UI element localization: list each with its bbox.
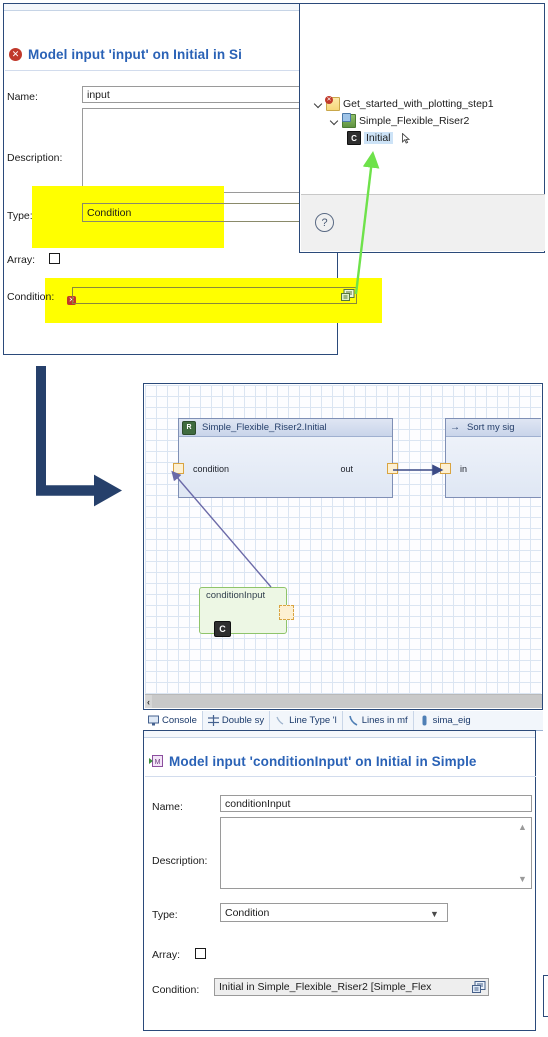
diagram-canvas[interactable]: R Simple_Flexible_Riser2.Initial conditi…: [145, 385, 541, 708]
condition-label: Condition:: [7, 291, 55, 303]
condition-c-icon: C: [214, 621, 231, 637]
tree-item-simple-flexible-riser2[interactable]: Simple_Flexible_Riser2: [330, 113, 542, 128]
tab-sima-eig[interactable]: sima_eig: [414, 711, 476, 730]
port-condition-output[interactable]: [279, 605, 294, 620]
array-label: Array:: [7, 254, 36, 266]
chevron-down-icon[interactable]: [330, 117, 339, 126]
curve-icon: [348, 715, 359, 726]
name-label: Name:: [7, 91, 38, 103]
description-scroll-down-icon[interactable]: ▼: [518, 874, 527, 884]
description-label: Description:: [7, 152, 63, 164]
arrow-right-icon: →: [450, 422, 460, 433]
tree-item-initial[interactable]: C Initial: [347, 131, 542, 145]
array-checkbox[interactable]: [49, 253, 60, 264]
connection-out-to-in: [393, 464, 444, 476]
select-reference-icon[interactable]: [472, 981, 486, 994]
port-label-out: out: [340, 464, 353, 474]
model-green-icon: [342, 113, 356, 128]
tab-console[interactable]: Console: [143, 711, 203, 730]
type-label: Type:: [152, 909, 178, 921]
tab-label: Lines in mf: [361, 715, 408, 726]
dialog-top-strip: [4, 4, 337, 11]
condition-c-icon: C: [347, 131, 361, 145]
port-label-in: in: [460, 464, 468, 474]
bottom-dialog-title-row: M Model input 'conditionInput' on Initia…: [149, 754, 477, 769]
condition-input[interactable]: Initial in Simple_Flexible_Riser2 [Simpl…: [214, 978, 489, 996]
node-title: Simple_Flexible_Riser2.Initial: [202, 422, 327, 433]
type-select[interactable]: Condition: [220, 903, 448, 922]
console-icon: [148, 715, 159, 726]
tab-label: Double sy: [221, 715, 265, 726]
bottom-view-tabbar[interactable]: Console Double sy Line Type 'l Lines in …: [143, 711, 543, 731]
name-input[interactable]: conditionInput: [220, 795, 532, 812]
title-divider: [5, 70, 338, 71]
tab-label: Console: [162, 715, 197, 726]
top-dialog-title: Model input 'input' on Initial in Si: [28, 47, 242, 62]
diagram-editor[interactable]: R Simple_Flexible_Riser2.Initial conditi…: [143, 383, 543, 710]
description-input[interactable]: [220, 817, 532, 889]
tree-item-label: Simple_Flexible_Riser2: [359, 115, 470, 127]
bottom-model-input-dialog: M Model input 'conditionInput' on Initia…: [143, 730, 536, 1031]
mouse-cursor-icon: [401, 131, 410, 144]
crosshair-icon: [207, 715, 219, 726]
tree-list: ✕ Get_started_with_plotting_step1 Simple…: [314, 96, 542, 145]
connection-conditioninput-to-condition: [171, 470, 272, 588]
bottom-dialog-title: Model input 'conditionInput' on Initial …: [169, 754, 477, 769]
tab-label: Line Type 'l: [289, 715, 337, 726]
name-label: Name:: [152, 801, 183, 813]
title-divider: [145, 776, 536, 777]
scroll-left-arrow-icon[interactable]: ‹: [145, 697, 152, 707]
select-reference-icon[interactable]: [341, 289, 355, 302]
tab-lines-in-mf[interactable]: Lines in mf: [343, 711, 414, 730]
node-header: R Simple_Flexible_Riser2.Initial: [179, 419, 392, 437]
tab-label: sima_eig: [432, 715, 471, 726]
question-mark-icon[interactable]: ?: [315, 213, 334, 232]
condition-input[interactable]: [72, 287, 357, 304]
tree-item-label: Get_started_with_plotting_step1: [343, 98, 494, 110]
chevron-down-icon[interactable]: ▼: [430, 909, 439, 919]
model-tree-panel: ✕ Get_started_with_plotting_step1 Simple…: [299, 3, 545, 253]
tab-line-type[interactable]: Line Type 'l: [270, 711, 343, 730]
horizontal-scrollbar[interactable]: ‹: [145, 694, 542, 708]
top-dialog-title-row: ✕ Model input 'input' on Initial in Si: [9, 47, 242, 62]
scrollbar-trough[interactable]: [152, 695, 542, 708]
node-condition-input[interactable]: conditionInput C: [199, 587, 294, 637]
chevron-down-icon[interactable]: [314, 100, 323, 109]
dialog-top-strip: [144, 731, 535, 738]
clipped-edge-element: [543, 975, 548, 1017]
capsule-icon: [419, 715, 430, 726]
array-label: Array:: [152, 949, 181, 961]
node-badge-r: R: [182, 420, 196, 435]
navy-flow-arrow: [36, 366, 122, 507]
tab-double-sy[interactable]: Double sy: [203, 711, 271, 730]
tree-item-label: Initial: [364, 132, 393, 144]
type-label: Type:: [7, 210, 33, 222]
line-icon: [275, 715, 286, 726]
model-input-icon: M: [149, 755, 163, 768]
node-header: → Sort my sig: [446, 419, 541, 437]
error-icon: ✕: [9, 48, 22, 61]
description-label: Description:: [152, 855, 208, 867]
node-sort-my-signal[interactable]: → Sort my sig in: [440, 418, 541, 498]
description-scroll-up-icon[interactable]: ▲: [518, 822, 527, 832]
array-checkbox[interactable]: [195, 948, 206, 959]
top-model-input-dialog: ✕ Model input 'input' on Initial in Si N…: [3, 3, 382, 355]
tree-item-get-started[interactable]: ✕ Get_started_with_plotting_step1: [314, 96, 542, 111]
node-title: Sort my sig: [467, 422, 515, 433]
tree-panel-footer: ?: [301, 194, 545, 251]
svg-text:M: M: [155, 759, 161, 766]
condition-label: Condition:: [152, 984, 200, 996]
project-folder-error-icon: ✕: [325, 96, 340, 111]
